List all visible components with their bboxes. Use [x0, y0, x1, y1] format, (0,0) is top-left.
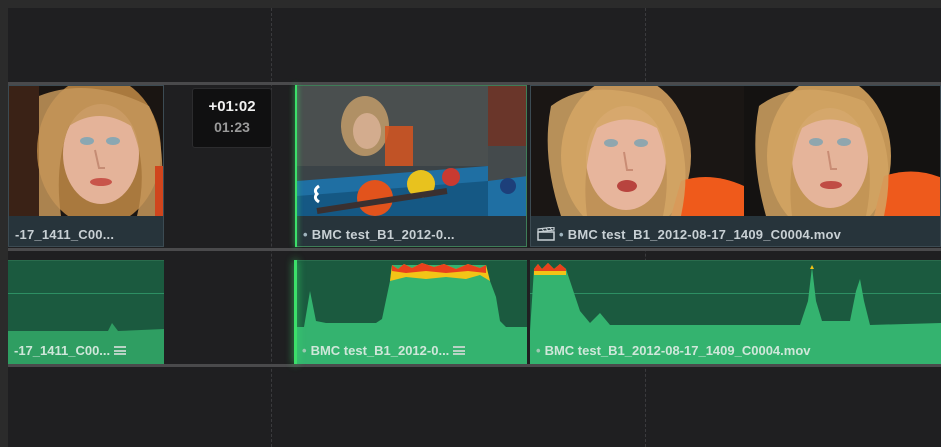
audio-clip-3[interactable]: • BMC test_B1_2012-08-17_1409_C0004.mov	[530, 260, 941, 364]
clip-name-label: • BMC test_B1_2012-0...	[303, 227, 455, 242]
trim-offset-tooltip: +01:02 01:23	[192, 88, 272, 148]
video-clip-2[interactable]: • BMC test_B1_2012-0...	[296, 85, 527, 247]
clip-thumbnail	[744, 86, 940, 216]
clip-thumbnail	[9, 86, 163, 216]
menu-icon[interactable]	[453, 346, 466, 355]
clip-name-label: -17_1411_C00...	[15, 227, 115, 242]
playhead-audio[interactable]	[294, 260, 297, 364]
clip-name-text: -17_1411_C00...	[14, 343, 111, 358]
timeline-panel[interactable]: -17_1411_C00... +01:02 01:23 • BMC test_…	[8, 8, 941, 447]
audio-clip-label: -17_1411_C00...	[14, 343, 158, 358]
offset-value: +01:02	[208, 98, 256, 115]
clip-name-text: BMC test_B1_2012-08-17_1409_C0004.mov	[567, 227, 842, 242]
clip-thumbnail	[488, 86, 526, 216]
clapperboard-icon	[537, 227, 555, 241]
audio-clip-1[interactable]: -17_1411_C00...	[8, 260, 164, 364]
clip-thumbnail	[531, 86, 744, 216]
clip-name-text: BMC test_B1_2012-0...	[310, 343, 450, 358]
video-clip-3[interactable]: • BMC test_B1_2012-08-17_1409_C0004.mov	[530, 85, 941, 247]
audio-clip-label: • BMC test_B1_2012-08-17_1409_C0004.mov	[536, 343, 811, 358]
video-track-bottom-border	[8, 248, 941, 251]
menu-icon[interactable]	[114, 346, 127, 355]
clip-name-label: • BMC test_B1_2012-08-17_1409_C0004.mov	[537, 227, 934, 242]
clip-name-text: BMC test_B1_2012-08-17_1409_C0004.mov	[544, 343, 811, 358]
audio-track-bottom-border	[8, 364, 941, 367]
audio-clip-label: • BMC test_B1_2012-0...	[302, 343, 521, 358]
playhead-video[interactable]	[295, 85, 297, 247]
clip-name-text: BMC test_B1_2012-0...	[311, 227, 455, 242]
video-clip-1[interactable]: -17_1411_C00...	[8, 85, 164, 247]
timeline-grid-line	[271, 8, 272, 447]
duration-value: 01:23	[214, 119, 250, 135]
audio-clip-2[interactable]: • BMC test_B1_2012-0...	[296, 260, 527, 364]
clip-thumbnail	[297, 86, 488, 216]
